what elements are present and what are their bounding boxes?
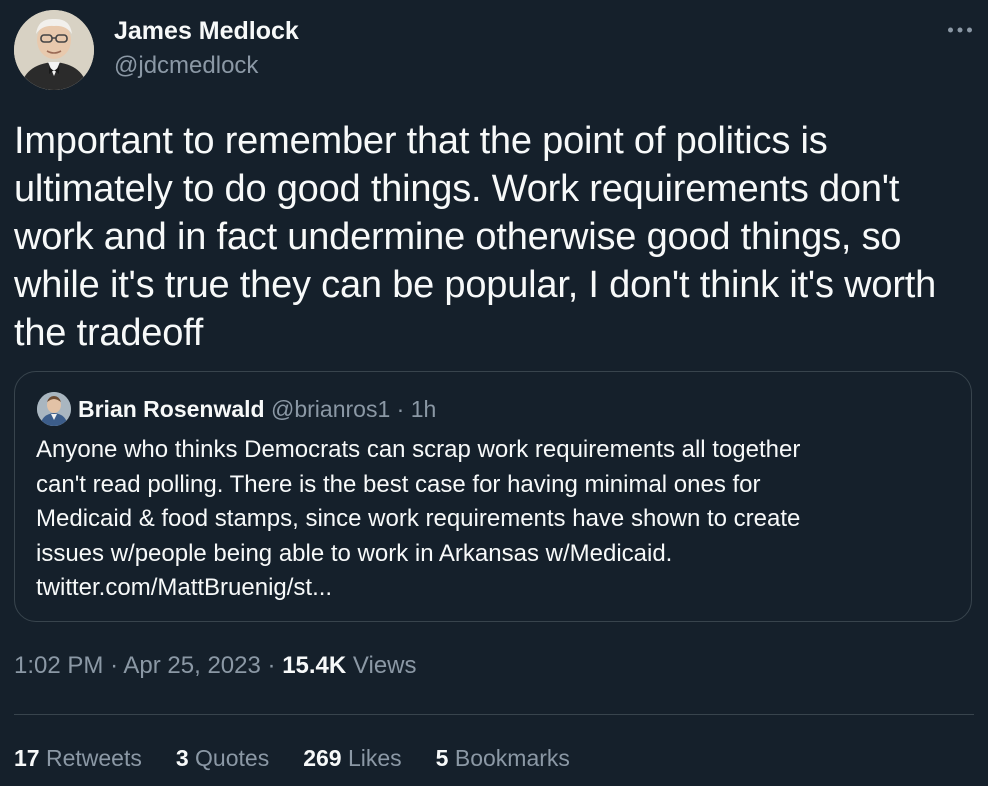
bookmarks-count: 5 bbox=[435, 745, 449, 771]
quoted-separator: · bbox=[396, 396, 411, 422]
retweets-count: 17 bbox=[14, 745, 40, 771]
tweet-timestamp: 1:02 PM · Apr 25, 2023 · 15.4K Views bbox=[14, 652, 417, 680]
retweets-label: Retweets bbox=[45, 745, 142, 771]
views-count: 15.4K bbox=[282, 652, 347, 679]
tweet-stats: 17 Retweets 3 Quotes 269 Likes 5 Bookmar… bbox=[14, 745, 570, 772]
quoted-avatar-photo bbox=[37, 392, 71, 426]
avatar-photo bbox=[14, 10, 94, 90]
quoted-text-line: Medicaid & food stamps, since work requi… bbox=[36, 505, 801, 532]
quoted-tweet-header: Brian Rosenwald @brianros1 · 1h bbox=[78, 396, 436, 423]
tweet-time[interactable]: 1:02 PM bbox=[14, 652, 103, 679]
bookmarks-label: Bookmarks bbox=[454, 745, 570, 771]
likes-count: 269 bbox=[303, 745, 342, 771]
quoted-tweet[interactable]: Brian Rosenwald @brianros1 · 1h Anyone w… bbox=[14, 371, 972, 622]
likes-label: Likes bbox=[347, 745, 402, 771]
quoted-tweet-text: Anyone who thinks Democrats can scrap wo… bbox=[36, 433, 956, 606]
author-name[interactable]: James Medlock bbox=[114, 17, 299, 46]
timestamp-separator: · bbox=[267, 652, 283, 679]
more-horizontal-icon[interactable] bbox=[944, 14, 976, 46]
divider bbox=[14, 714, 974, 715]
quoted-author-name[interactable]: Brian Rosenwald bbox=[78, 396, 265, 422]
quoted-author-handle[interactable]: @brianros1 bbox=[271, 396, 390, 422]
retweets-stat[interactable]: 17 Retweets bbox=[14, 745, 142, 772]
quotes-count: 3 bbox=[175, 745, 189, 771]
likes-stat[interactable]: 269 Likes bbox=[303, 745, 401, 772]
quoted-link[interactable]: twitter.com/MattBruenig/st... bbox=[36, 571, 956, 606]
bookmarks-stat[interactable]: 5 Bookmarks bbox=[436, 745, 570, 772]
views-label: Views bbox=[352, 652, 417, 679]
quoted-author-avatar[interactable] bbox=[37, 392, 71, 426]
timestamp-separator: · bbox=[110, 652, 124, 679]
quoted-text-line: Anyone who thinks Democrats can scrap wo… bbox=[36, 436, 801, 463]
author-handle[interactable]: @jdcmedlock bbox=[114, 52, 258, 80]
quotes-label: Quotes bbox=[195, 745, 270, 771]
tweet-text: Important to remember that the point of … bbox=[14, 120, 937, 354]
quoted-tweet-age[interactable]: 1h bbox=[411, 396, 437, 422]
quotes-stat[interactable]: 3 Quotes bbox=[176, 745, 269, 772]
tweet-date[interactable]: Apr 25, 2023 bbox=[123, 652, 260, 679]
tweet: James Medlock @jdcmedlock Important to r… bbox=[0, 0, 988, 786]
quoted-text-line: can't read polling. There is the best ca… bbox=[36, 470, 761, 498]
author-avatar[interactable] bbox=[14, 10, 94, 90]
quoted-text-line: issues w/people being able to work in Ar… bbox=[36, 539, 673, 567]
